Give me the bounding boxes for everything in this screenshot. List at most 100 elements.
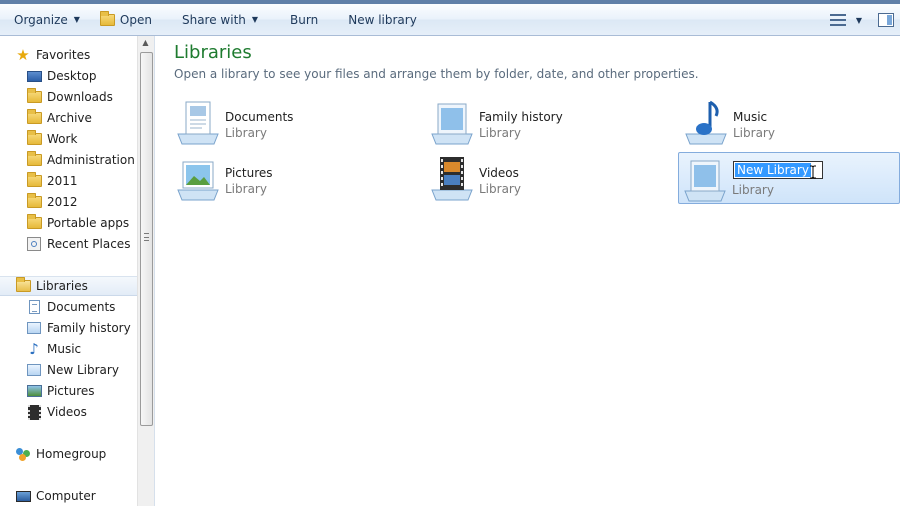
nav-item-label: Desktop (47, 69, 97, 83)
open-button[interactable]: Open (90, 8, 162, 32)
scroll-grip-icon (144, 233, 149, 241)
folder-icon (26, 151, 42, 168)
open-folder-icon (99, 11, 115, 27)
tile-kind: Library (733, 126, 775, 140)
nav-item-desktop[interactable]: Desktop (26, 66, 97, 86)
pictures-library-icon (177, 161, 219, 201)
tile-kind: Library (225, 182, 267, 196)
scroll-up-arrow-icon[interactable]: ▲ (138, 38, 153, 50)
nav-item-2012[interactable]: 2012 (26, 192, 78, 212)
nav-item-label: Documents (47, 300, 116, 314)
library-icon (26, 362, 42, 378)
library-tile-videos[interactable]: Videos Library (426, 152, 648, 204)
pictures-icon (26, 383, 42, 399)
tile-kind: Library (479, 182, 521, 196)
tile-name: Pictures (225, 166, 273, 180)
tile-kind: Library (479, 126, 521, 140)
nav-item-label: Work (47, 132, 78, 146)
nav-scrollbar[interactable]: ▲ (137, 36, 154, 506)
nav-item-label: 2011 (47, 174, 78, 188)
folder-icon (26, 109, 42, 126)
organize-label: Organize (14, 12, 68, 27)
new-library-button[interactable]: New library (338, 8, 427, 32)
music-library-icon (685, 100, 727, 145)
new-library-label: New library (348, 12, 417, 27)
nav-item-music[interactable]: ♪ Music (26, 339, 81, 359)
page-title: Libraries (174, 42, 252, 63)
star-icon: ★ (16, 46, 30, 64)
folder-icon (26, 172, 42, 189)
nav-homegroup[interactable]: Homegroup (15, 444, 106, 464)
folder-icon (26, 130, 42, 147)
tile-kind: Library (732, 183, 774, 197)
library-icon (26, 320, 42, 336)
nav-favorites[interactable]: ★ Favorites (15, 45, 90, 65)
library-tile-new-library[interactable]: New Library Library (678, 152, 900, 204)
documents-icon (26, 299, 42, 315)
tile-name: Documents (225, 110, 294, 124)
nav-item-label: Downloads (47, 90, 113, 104)
tile-name: Music (733, 110, 768, 124)
documents-library-icon (177, 101, 219, 145)
nav-libraries[interactable]: Libraries (0, 276, 137, 296)
nav-item-2011[interactable]: 2011 (26, 171, 78, 191)
nav-libraries-label: Libraries (36, 279, 88, 293)
nav-computer[interactable]: Computer (15, 486, 96, 506)
library-tile-documents[interactable]: Documents Library (172, 96, 394, 148)
library-tile-family-history[interactable]: Family history Library (426, 96, 648, 148)
homegroup-icon (15, 446, 31, 462)
videos-library-icon (431, 157, 473, 201)
nav-item-archive[interactable]: Archive (26, 108, 92, 128)
tile-name: Family history (479, 110, 563, 124)
libraries-content: Libraries Open a library to see your fil… (156, 36, 900, 506)
view-options-chevron-icon[interactable]: ▼ (856, 16, 862, 25)
tile-kind: Library (225, 126, 267, 140)
nav-item-label: Archive (47, 111, 92, 125)
nav-item-portable-apps[interactable]: Portable apps (26, 213, 129, 233)
burn-button[interactable]: Burn (280, 8, 328, 32)
nav-item-family-history[interactable]: Family history (26, 318, 131, 338)
music-note-icon: ♪ (29, 340, 39, 358)
nav-homegroup-label: Homegroup (36, 447, 107, 461)
chevron-down-icon: ▼ (73, 15, 80, 24)
share-with-label: Share with (181, 12, 246, 27)
film-icon (26, 404, 42, 420)
library-icon (684, 160, 726, 202)
organize-button[interactable]: Organize ▼ (4, 8, 90, 32)
nav-item-label: Pictures (47, 384, 95, 398)
change-view-icon[interactable] (829, 13, 846, 27)
chevron-down-icon: ▼ (251, 15, 259, 24)
preview-pane-icon[interactable] (878, 13, 894, 27)
tile-name: Videos (479, 166, 519, 180)
nav-item-documents[interactable]: Documents (26, 297, 115, 317)
command-bar: Organize ▼ Open Share with ▼ Burn New li… (0, 0, 900, 36)
library-tile-pictures[interactable]: Pictures Library (172, 152, 394, 204)
page-subtitle: Open a library to see your files and arr… (174, 67, 699, 81)
nav-item-label: 2012 (47, 195, 78, 209)
library-icon (431, 103, 473, 145)
folder-icon (26, 88, 42, 105)
nav-favorites-label: Favorites (36, 48, 91, 62)
library-tile-music[interactable]: Music Library (680, 96, 900, 148)
computer-icon (15, 488, 31, 504)
open-label: Open (119, 12, 152, 27)
nav-item-work[interactable]: Work (26, 129, 77, 149)
nav-item-label: Recent Places (47, 237, 131, 251)
nav-item-administration[interactable]: Administration (26, 150, 135, 170)
nav-item-videos[interactable]: Videos (26, 402, 87, 422)
recent-places-icon (26, 236, 42, 252)
folder-icon (26, 214, 42, 231)
libraries-folder-icon (15, 277, 31, 294)
share-with-button[interactable]: Share with ▼ (172, 8, 268, 32)
nav-item-new-library[interactable]: New Library (26, 360, 119, 380)
folder-icon (26, 193, 42, 210)
nav-item-label: Family history (47, 321, 131, 335)
text-cursor-icon (810, 165, 816, 179)
rename-selected-text: New Library (735, 163, 811, 177)
nav-item-downloads[interactable]: Downloads (26, 87, 113, 107)
nav-item-pictures[interactable]: Pictures (26, 381, 95, 401)
scroll-thumb[interactable] (140, 52, 153, 426)
desktop-icon (26, 68, 42, 84)
nav-item-label: Music (47, 342, 82, 356)
nav-item-recent-places[interactable]: Recent Places (26, 234, 130, 254)
